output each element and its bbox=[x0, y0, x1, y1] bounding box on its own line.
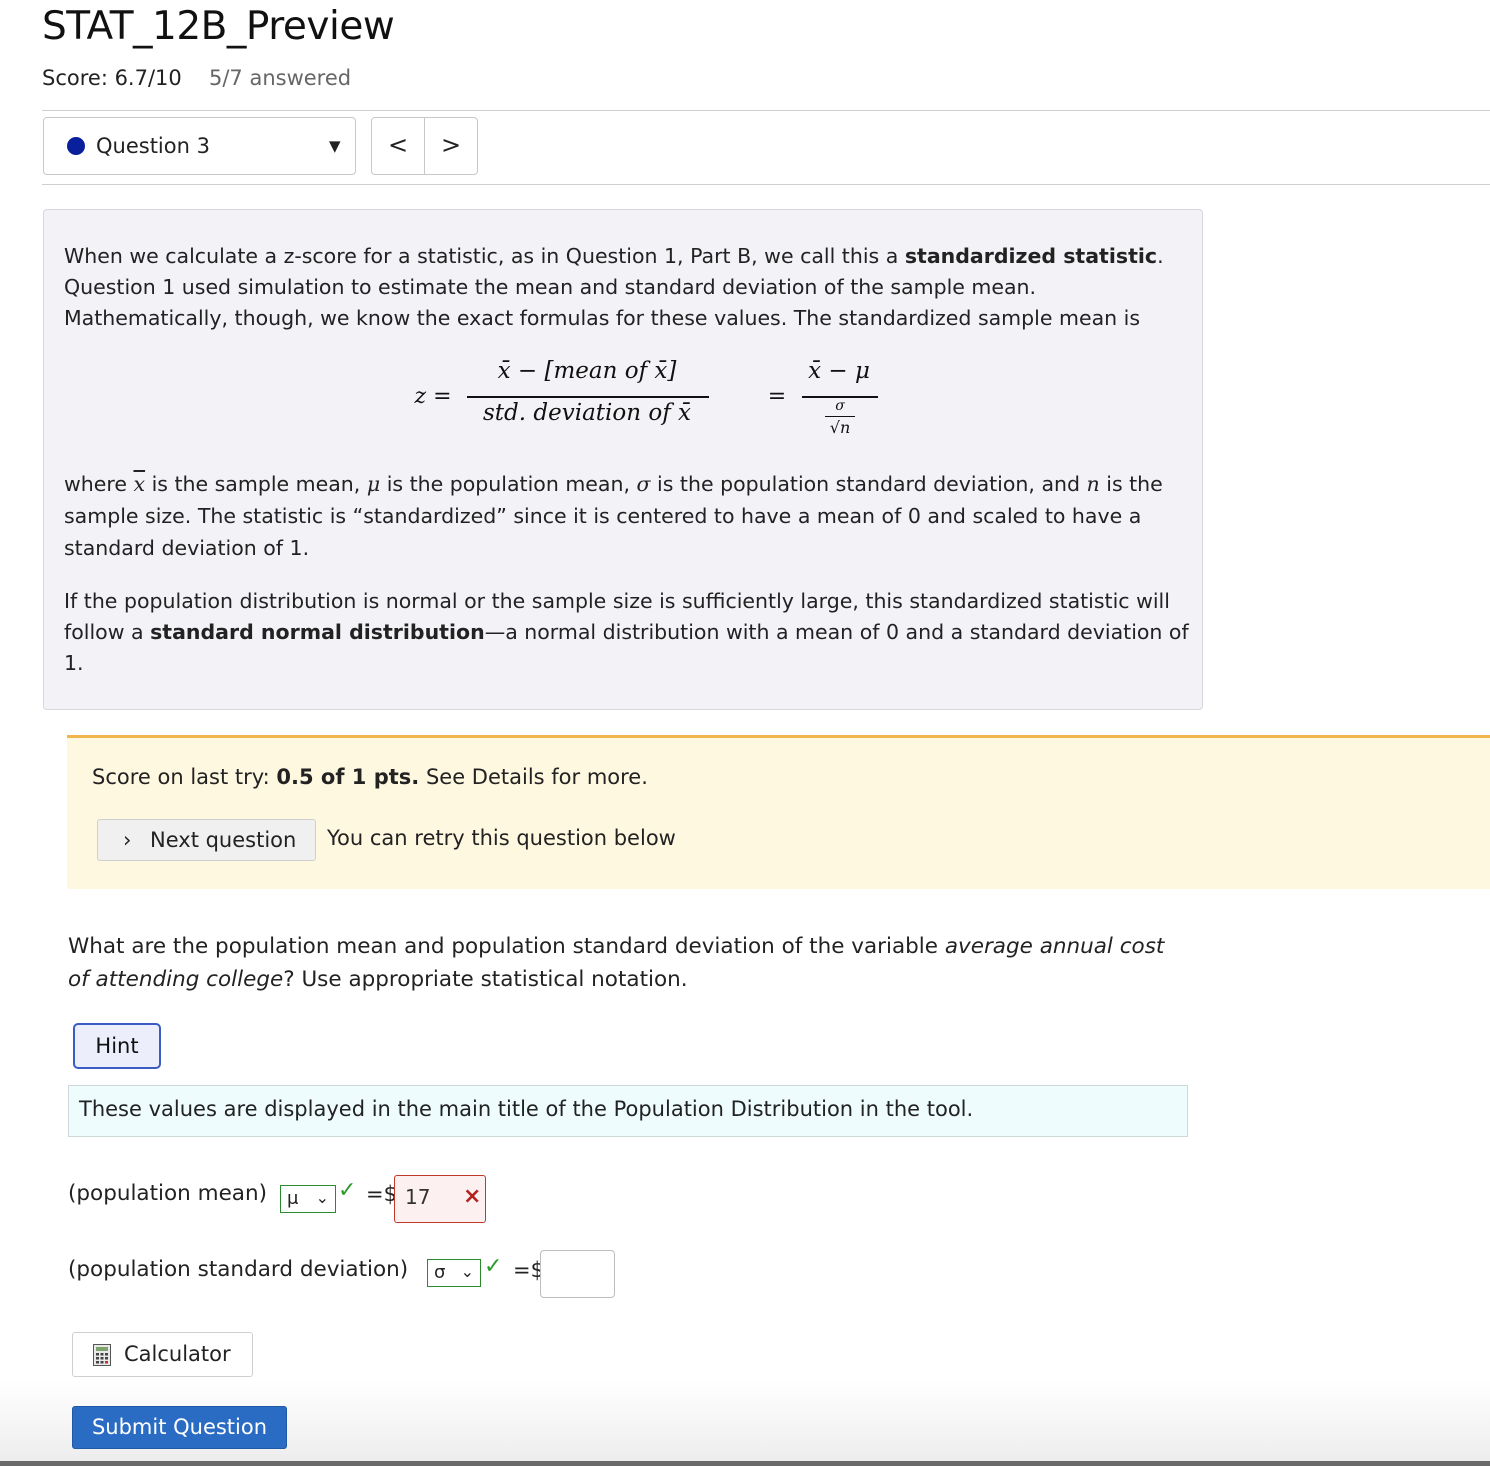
formula-sqrt-n: √n bbox=[829, 418, 851, 437]
intro-paragraph: When we calculate a z-score for a statis… bbox=[64, 241, 1189, 334]
chevron-down-icon: ⌄ bbox=[460, 1262, 474, 1281]
question-selector-dropdown[interactable]: Question 3 ▼ bbox=[43, 117, 356, 175]
fraction-bar bbox=[825, 416, 855, 417]
formula-lhs: z = bbox=[414, 384, 452, 409]
calculator-button[interactable]: Calculator bbox=[72, 1332, 253, 1377]
formula-equals: = bbox=[767, 384, 787, 409]
text: is the population standard deviation, an… bbox=[650, 472, 1087, 496]
next-question-arrow-button[interactable]: > bbox=[424, 117, 478, 175]
chevron-down-icon: ⌄ bbox=[315, 1188, 329, 1207]
formula-denominator: std. deviation of x̄ bbox=[483, 400, 691, 426]
math-symbol: μ bbox=[366, 472, 381, 496]
divider bbox=[42, 110, 1490, 111]
formula-sigma: σ bbox=[835, 398, 845, 414]
formula-numerator-2: x̄ − μ bbox=[808, 358, 870, 384]
next-question-button[interactable]: › Next question bbox=[97, 819, 316, 861]
score-feedback-panel: Score on last try: 0.5 of 1 pts. See Det… bbox=[67, 735, 1490, 889]
question-selector-label: Question 3 bbox=[96, 134, 210, 158]
mean-label: (population mean) bbox=[68, 1181, 267, 1206]
text: where bbox=[64, 472, 134, 496]
bold-term: standardized statistic bbox=[904, 244, 1158, 268]
footer-edge bbox=[0, 1461, 1490, 1466]
selected-symbol: μ bbox=[287, 1188, 299, 1209]
question-prompt: What are the population mean and populat… bbox=[68, 930, 1178, 996]
page-title: STAT_12B_Preview bbox=[42, 4, 395, 49]
sd-label: (population standard deviation) bbox=[68, 1257, 409, 1282]
caret-down-icon: ▼ bbox=[329, 137, 341, 155]
submit-question-button[interactable]: Submit Question bbox=[72, 1406, 287, 1449]
score-text: Score: 6.7/10 bbox=[42, 66, 182, 90]
bold-term: standard normal distribution bbox=[150, 620, 485, 644]
text: Score on last try: bbox=[92, 765, 277, 789]
sd-symbol-select[interactable]: σ ⌄ bbox=[427, 1259, 481, 1287]
last-try-score: Score on last try: 0.5 of 1 pts. See Det… bbox=[92, 765, 648, 789]
fraction-bar bbox=[467, 396, 709, 398]
hint-button[interactable]: Hint bbox=[73, 1023, 161, 1069]
answered-count: 5/7 answered bbox=[209, 66, 352, 90]
calculator-icon bbox=[93, 1344, 111, 1366]
text: is the sample mean, bbox=[145, 472, 367, 496]
math-symbol: σ bbox=[636, 472, 651, 496]
equals-dollar: =$ bbox=[366, 1182, 397, 1206]
mean-input-value: 17 bbox=[405, 1185, 431, 1209]
intro-paragraph: where x is the sample mean, μ is the pop… bbox=[64, 468, 1189, 564]
mean-value-input[interactable]: 17 × bbox=[394, 1175, 486, 1223]
selected-symbol: σ bbox=[434, 1262, 446, 1283]
intro-paragraph: If the population distribution is normal… bbox=[64, 586, 1189, 679]
chevron-right-icon: › bbox=[123, 828, 132, 852]
retry-message: You can retry this question below bbox=[327, 826, 676, 850]
previous-question-button[interactable]: < bbox=[371, 117, 425, 175]
incorrect-icon: × bbox=[463, 1184, 482, 1209]
intro-panel: When we calculate a z-score for a statis… bbox=[43, 209, 1203, 710]
formula-numerator: x̄ − [mean of x̄] bbox=[497, 358, 677, 384]
check-icon: ✓ bbox=[484, 1254, 503, 1279]
hint-text: These values are displayed in the main t… bbox=[68, 1085, 1188, 1137]
calculator-label: Calculator bbox=[124, 1342, 231, 1366]
math-symbol: n bbox=[1086, 472, 1100, 496]
text: is the population mean, bbox=[380, 472, 637, 496]
check-icon: ✓ bbox=[338, 1178, 357, 1203]
standardized-formula: z = x̄ − [mean of x̄] std. deviation of … bbox=[412, 358, 878, 448]
text: What are the population mean and populat… bbox=[68, 934, 945, 959]
text: When we calculate a z-score for a statis… bbox=[64, 244, 905, 268]
divider bbox=[42, 184, 1490, 185]
mean-symbol-select[interactable]: μ ⌄ bbox=[280, 1185, 336, 1213]
next-question-label: Next question bbox=[150, 828, 297, 852]
sd-value-input[interactable] bbox=[540, 1250, 615, 1298]
text: See Details for more. bbox=[419, 765, 648, 789]
status-dot-icon bbox=[67, 137, 85, 155]
math-symbol: x bbox=[133, 472, 146, 496]
points: 0.5 of 1 pts. bbox=[276, 765, 420, 789]
text: ? Use appropriate statistical notation. bbox=[283, 967, 688, 992]
